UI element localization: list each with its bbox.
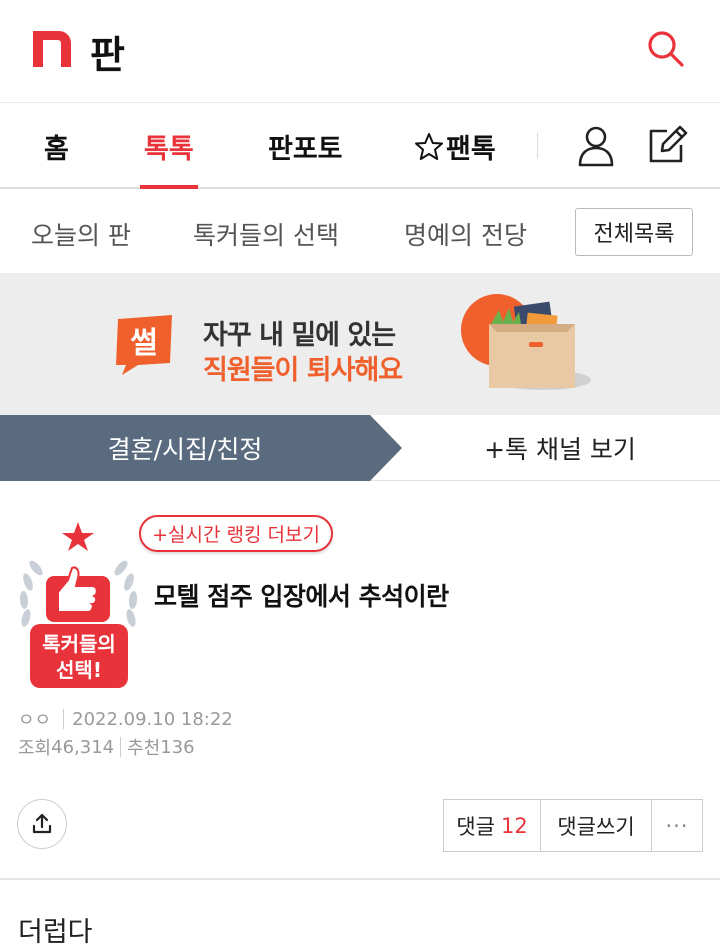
recommend-count: 136 — [160, 736, 195, 758]
channel-more-link[interactable]: +톡 채널 보기 — [400, 415, 720, 481]
nav-tab-home[interactable]: 홈 — [44, 127, 69, 166]
star-outline-icon — [415, 132, 443, 160]
badge-text-line2: 선택! — [56, 658, 102, 682]
n-logo-icon[interactable] — [33, 31, 71, 67]
top-header: 판 — [0, 0, 720, 103]
meta-divider — [63, 709, 65, 729]
speech-badge-icon: 썰 — [116, 315, 172, 375]
all-list-button[interactable]: 전체목록 — [575, 208, 693, 256]
user-icon[interactable] — [578, 125, 614, 167]
box-illustration-icon — [461, 294, 591, 390]
nav-tab-fantok[interactable]: 팬톡 — [414, 127, 496, 166]
main-nav: 홈 톡톡 판포토 팬톡 — [0, 103, 720, 189]
subnav-hall-of-fame[interactable]: 명예의 전당 — [404, 216, 527, 252]
nav-tab-toktok[interactable]: 톡톡 — [144, 127, 194, 166]
views-count: 46,314 — [51, 736, 115, 758]
nav-tab-fantok-label: 팬톡 — [446, 134, 496, 165]
banner-headline-2: 직원들이 퇴사해요 — [203, 355, 403, 386]
promo-banner[interactable]: 썰 자꾸 내 밑에 있는 직원들이 퇴사해요 — [0, 273, 720, 415]
realtime-ranking-link[interactable]: +실시간 랭킹 더보기 — [139, 515, 333, 552]
meta-divider — [120, 737, 122, 757]
post-meta-author-date: ㅇㅇ 2022.09.10 18:22 — [18, 706, 233, 732]
channel-bar: 결혼/시집/친정 +톡 채널 보기 — [0, 415, 720, 481]
post-action-group: 댓글 12 댓글쓰기 ··· — [443, 799, 703, 852]
recommend-label: 추천 — [127, 738, 161, 759]
post-body: 더럽다 — [18, 917, 93, 948]
banner-badge: 썰 — [112, 311, 178, 381]
site-logo-text[interactable]: 판 — [90, 24, 126, 79]
post-meta-stats: 조회 46,314 추천 136 — [18, 734, 195, 760]
share-icon — [32, 813, 52, 834]
nav-divider — [537, 133, 538, 159]
author-name[interactable]: ㅇㅇ — [18, 706, 51, 732]
channel-name[interactable]: 결혼/시집/친정 — [0, 415, 370, 481]
comment-button[interactable]: 댓글 12 — [444, 800, 541, 851]
post-date: 2022.09.10 18:22 — [72, 708, 233, 730]
post-title: 모텔 점주 입장에서 추석이란 — [154, 582, 449, 611]
nav-tab-panphoto[interactable]: 판포토 — [268, 127, 343, 166]
subnav-today[interactable]: 오늘의 판 — [31, 216, 131, 252]
star-icon — [62, 522, 94, 551]
edit-icon[interactable] — [645, 123, 689, 167]
thumbs-up-icon — [57, 566, 98, 613]
views-label: 조회 — [18, 738, 52, 759]
talkers-choice-badge: 톡커들의 선택! — [16, 520, 141, 696]
comment-count: 12 — [500, 813, 528, 838]
subnav-talkers-choice[interactable]: 톡커들의 선택 — [193, 216, 339, 252]
comment-label: 댓글 — [456, 814, 495, 839]
sub-nav: 오늘의 판 톡커들의 선택 명예의 전당 전체목록 — [0, 189, 720, 273]
banner-headline-1: 자꾸 내 밑에 있는 — [203, 320, 396, 351]
banner-badge-text: 썰 — [130, 326, 158, 361]
share-button[interactable] — [17, 799, 67, 849]
more-options-button[interactable]: ··· — [652, 800, 702, 851]
content-divider — [0, 878, 720, 880]
badge-text-line1: 톡커들의 — [42, 632, 116, 656]
search-icon[interactable] — [645, 28, 687, 68]
write-comment-button[interactable]: 댓글쓰기 — [541, 800, 652, 851]
